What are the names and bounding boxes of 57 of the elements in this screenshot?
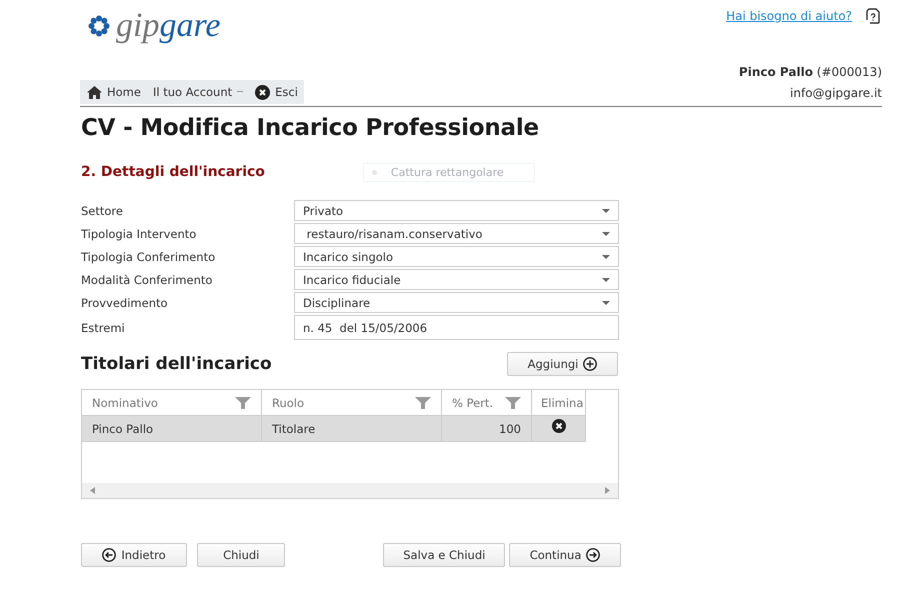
plus-icon <box>583 357 598 371</box>
table-row[interactable]: Pinco Pallo Titolare 100 <box>82 416 586 442</box>
page-title: CV - Modifica Incarico Professionale <box>81 115 540 141</box>
caret-icon <box>602 278 610 282</box>
field-label: Tipologia Conferimento <box>81 250 216 264</box>
dropdown-field[interactable]: restauro/risanam.conservativo <box>294 223 619 244</box>
field-label: Estremi <box>81 320 126 334</box>
section-title: 2. Dettagli dell'incarico <box>81 164 265 180</box>
filter-icon[interactable] <box>415 396 431 408</box>
add-button[interactable]: Aggiungi <box>507 352 618 376</box>
dropdown-field[interactable]: Incarico fiduciale <box>294 269 619 290</box>
section-title: Titolari dell'incarico <box>81 354 272 374</box>
user-email: info@gipgare.it <box>789 85 882 102</box>
field-label: Settore <box>81 204 124 218</box>
help-link[interactable]: Hai bisogno di aiuto? <box>726 9 852 23</box>
action-button[interactable]: Chiudi <box>197 543 286 567</box>
scrollbar[interactable] <box>82 483 618 498</box>
flower-logo-icon <box>88 15 110 37</box>
table-cell: Pinco Pallo <box>82 416 262 441</box>
input-field[interactable]: n. 45 del 15/05/2006 <box>294 315 619 340</box>
filter-icon[interactable] <box>235 396 251 408</box>
field-label: Provvedimento <box>81 296 169 310</box>
capture-label: Cattura rettangolare <box>390 166 504 178</box>
delete-icon[interactable] <box>552 419 566 433</box>
dropdown-field[interactable]: Privato <box>294 200 619 221</box>
field-label: Modalità Conferimento <box>81 272 214 286</box>
dropdown-field[interactable]: Disciplinare <box>294 292 619 313</box>
logo-text: gipgare <box>116 8 221 44</box>
scroll-right-icon[interactable] <box>605 487 610 494</box>
caret-icon <box>602 300 610 304</box>
nav-link[interactable]: Esci <box>255 84 298 100</box>
column-header[interactable]: % Pert. <box>442 390 532 415</box>
action-button[interactable]: Continua <box>509 543 621 567</box>
dropdown-field[interactable]: Incarico singolo <box>294 246 619 267</box>
filter-icon[interactable] <box>505 396 521 408</box>
dot-icon <box>372 170 377 174</box>
table-cell: 100 <box>442 416 532 441</box>
caret-icon <box>602 208 610 212</box>
home-icon <box>87 86 102 98</box>
column-header[interactable]: Nominativo <box>82 390 262 415</box>
help-icon[interactable] <box>866 8 880 24</box>
nav-link[interactable]: Home <box>87 85 141 99</box>
scroll-left-icon[interactable] <box>90 487 95 494</box>
arrow-left-icon <box>102 548 116 562</box>
field-label: Tipologia Intervento <box>81 226 198 240</box>
column-header[interactable]: Ruolo <box>262 390 442 415</box>
nav-link[interactable]: Il tuo Account <box>152 85 244 99</box>
caret-icon <box>237 90 244 94</box>
user-name: Pinco Pallo (#000013) <box>738 64 882 81</box>
action-button[interactable]: Salva e Chiudi <box>383 543 506 567</box>
arrow-right-icon <box>586 548 600 562</box>
column-header[interactable]: Elimina <box>532 390 586 415</box>
table-cell: Titolare <box>262 416 442 441</box>
caret-icon <box>602 254 610 258</box>
caret-icon <box>602 232 610 236</box>
action-button[interactable]: Indietro <box>81 543 188 567</box>
close-icon <box>255 84 270 100</box>
